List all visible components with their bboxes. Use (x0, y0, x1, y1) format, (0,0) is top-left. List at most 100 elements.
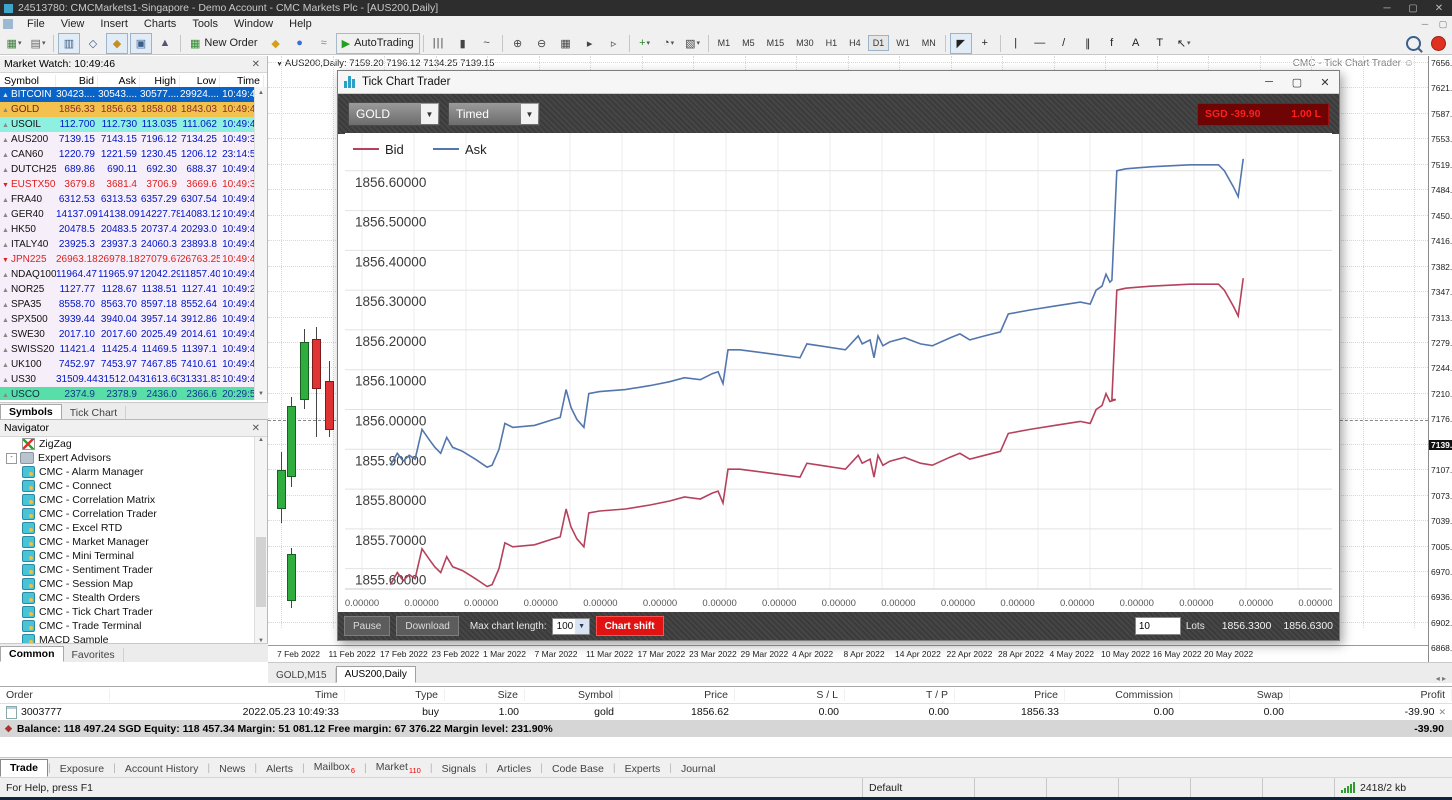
trade-column-swap[interactable]: Swap (1180, 689, 1290, 701)
collapse-icon[interactable]: - (6, 453, 17, 464)
trade-column-order[interactable]: Order (0, 689, 110, 701)
price-scale[interactable]: 7656.97621.97587.97553.97519.97484.97450… (1428, 56, 1452, 662)
menu-item-help[interactable]: Help (281, 18, 320, 30)
navigator-item-expert-advisors[interactable]: -Expert Advisors (0, 451, 255, 465)
terminal-toggle[interactable]: ▣ (130, 33, 152, 54)
symbol-select[interactable]: GOLD ▼ (348, 102, 440, 126)
timeframe-h1-button[interactable]: H1 (821, 35, 843, 51)
terminal-tab-news[interactable]: News (210, 761, 254, 777)
navigator-item-cmc-stealth-orders[interactable]: CMC - Stealth Orders (0, 591, 255, 605)
chart-minimize-button[interactable]: ─ (1416, 19, 1434, 30)
tick-window-titlebar[interactable]: Tick Chart Trader ─ ▢ ✕ (338, 71, 1339, 94)
community-button[interactable]: ● (289, 33, 311, 54)
lots-input[interactable] (1135, 617, 1181, 635)
pause-button[interactable]: Pause (344, 616, 390, 636)
timeframe-d1-button[interactable]: D1 (868, 35, 890, 51)
window-minimize-button[interactable]: ─ (1374, 3, 1400, 14)
market-watch-row[interactable]: ▲AUS2007139.157143.157196.127134.2510:49… (0, 132, 255, 147)
trade-column-symbol[interactable]: Symbol (525, 689, 620, 701)
menu-item-view[interactable]: View (53, 18, 93, 30)
signals-button[interactable]: ≈ (313, 33, 335, 54)
market-watch-row[interactable]: ▲SPA358558.708563.708597.188552.6410:49:… (0, 297, 255, 312)
trade-column-type[interactable]: Type (345, 689, 445, 701)
market-watch-scrollbar[interactable]: ▲ ▼ (254, 87, 267, 400)
market-watch-row[interactable]: ▼EUSTX503679.83681.43706.93669.610:49:34 (0, 177, 255, 192)
column-header-time[interactable]: Time (220, 75, 264, 87)
navigator-item-cmc-trade-terminal[interactable]: CMC - Trade Terminal (0, 619, 255, 633)
line-chart-button[interactable]: ~ (476, 33, 498, 54)
terminal-tab-experts[interactable]: Experts (616, 761, 670, 777)
navigator-item-cmc-market-manager[interactable]: CMC - Market Manager (0, 535, 255, 549)
max-chart-length-select[interactable]: 100 ▼ (552, 618, 590, 635)
timeframe-m5-button[interactable]: M5 (737, 35, 760, 51)
navigator-item-cmc-connect[interactable]: CMC - Connect (0, 479, 255, 493)
vertical-line-button[interactable]: | (1005, 33, 1027, 54)
trade-column-profit[interactable]: Profit (1290, 689, 1452, 701)
terminal-tab-journal[interactable]: Journal (672, 761, 724, 777)
terminal-tab-mailbox[interactable]: Mailbox6 (305, 759, 364, 777)
trade-column-s-l[interactable]: S / L (735, 689, 845, 701)
strategy-tester-toggle[interactable]: ▲ (154, 33, 176, 54)
scroll-up-icon[interactable]: ▲ (255, 87, 267, 99)
trade-column-price[interactable]: Price (955, 689, 1065, 701)
menu-item-insert[interactable]: Insert (92, 18, 136, 30)
tick-window-minimize-button[interactable]: ─ (1255, 76, 1283, 89)
market-watch-row[interactable]: ▲UK1007452.977453.977467.857410.6110:49:… (0, 357, 255, 372)
navigator-item-cmc-sentiment-trader[interactable]: CMC - Sentiment Trader (0, 563, 255, 577)
navigator-scrollbar[interactable]: ▲ ▼ (254, 437, 267, 644)
navigator-item-cmc-tick-chart-trader[interactable]: CMC - Tick Chart Trader (0, 605, 255, 619)
terminal-tab-market[interactable]: Market110 (367, 759, 430, 777)
data-window-toggle[interactable]: ◇ (82, 33, 104, 54)
trade-column-t-p[interactable]: T / P (845, 689, 955, 701)
navigator-tab-common[interactable]: Common (0, 646, 64, 662)
window-close-button[interactable]: ✕ (1426, 3, 1452, 14)
menu-item-tools[interactable]: Tools (184, 18, 226, 30)
auto-scroll-button[interactable]: ▸ (579, 33, 601, 54)
market-watch-row[interactable]: ▲SWISS2011421.411425.411469.511397.110:4… (0, 342, 255, 357)
market-watch-row[interactable]: ▲NDAQ10011964.4711965.9712042.2911857.40… (0, 267, 255, 282)
text-label-button[interactable]: T (1149, 33, 1171, 54)
terminal-tab-code-base[interactable]: Code Base (543, 761, 613, 777)
terminal-tab-alerts[interactable]: Alerts (257, 761, 302, 777)
navigator-item-zigzag[interactable]: ZigZag (0, 437, 255, 451)
text-button[interactable]: A (1125, 33, 1147, 54)
market-watch-row[interactable]: ▲SWE302017.102017.602025.492014.6110:49:… (0, 327, 255, 342)
navigator-tab-favorites[interactable]: Favorites (64, 648, 124, 662)
window-maximize-button[interactable]: ▢ (1400, 3, 1426, 14)
arrows-button[interactable]: ↖▾ (1173, 33, 1195, 54)
scroll-up-icon[interactable]: ▲ (255, 437, 267, 443)
new-chart-button[interactable]: ▦▾ (3, 33, 25, 54)
market-watch-toggle[interactable]: ▥ (58, 33, 80, 54)
tile-windows-button[interactable]: ▦ (555, 33, 577, 54)
column-header-symbol[interactable]: Symbol (0, 75, 56, 87)
zoom-in-button[interactable]: ⊕ (507, 33, 529, 54)
cursor-button[interactable]: ◤ (950, 33, 972, 54)
scroll-down-icon[interactable]: ▼ (255, 388, 267, 400)
market-watch-row[interactable]: ▲GER4014137.0914138.0914227.7814083.1210… (0, 207, 255, 222)
mode-select[interactable]: Timed ▼ (448, 102, 540, 126)
tick-window-close-button[interactable]: ✕ (1311, 76, 1339, 89)
equidistant-channel-button[interactable]: ∥ (1077, 33, 1099, 54)
navigator-item-cmc-session-map[interactable]: CMC - Session Map (0, 577, 255, 591)
column-header-bid[interactable]: Bid (56, 75, 98, 87)
market-watch-row[interactable]: ▲FRA406312.536313.536357.296307.5410:49:… (0, 192, 255, 207)
market-watch-row[interactable]: ▲HK5020478.520483.520737.420293.010:49:4… (0, 222, 255, 237)
metaeditor-button[interactable]: ◆ (265, 33, 287, 54)
terminal-tab-account-history[interactable]: Account History (116, 761, 208, 777)
navigator-item-cmc-mini-terminal[interactable]: CMC - Mini Terminal (0, 549, 255, 563)
status-profile[interactable]: Default (862, 778, 974, 797)
tick-window-maximize-button[interactable]: ▢ (1283, 76, 1311, 89)
trade-column-size[interactable]: Size (445, 689, 525, 701)
chart-restore-button[interactable]: ▢ (1434, 19, 1452, 30)
menu-item-charts[interactable]: Charts (136, 18, 184, 30)
market-watch-row[interactable]: ▲USCO2374.92378.92436.02366.620:29:54 (0, 387, 255, 400)
market-watch-row[interactable]: ▲GOLD1856.331856.631858.081843.0310:49:4… (0, 102, 255, 117)
date-axis[interactable]: 7 Feb 202211 Feb 202217 Feb 202223 Feb 2… (268, 645, 1428, 662)
bar-chart-button[interactable]: ||| (428, 33, 450, 54)
column-header-low[interactable]: Low (180, 75, 220, 87)
tab-scroll-icons[interactable]: ◂ ▸ (1436, 674, 1452, 683)
new-order-button[interactable]: ▦New Order (184, 33, 264, 54)
market-watch-row[interactable]: ▲USOIL112.700112.730113.035111.06210:49:… (0, 117, 255, 132)
navigator-item-cmc-correlation-trader[interactable]: CMC - Correlation Trader (0, 507, 255, 521)
market-watch-tab-symbols[interactable]: Symbols (0, 404, 62, 420)
